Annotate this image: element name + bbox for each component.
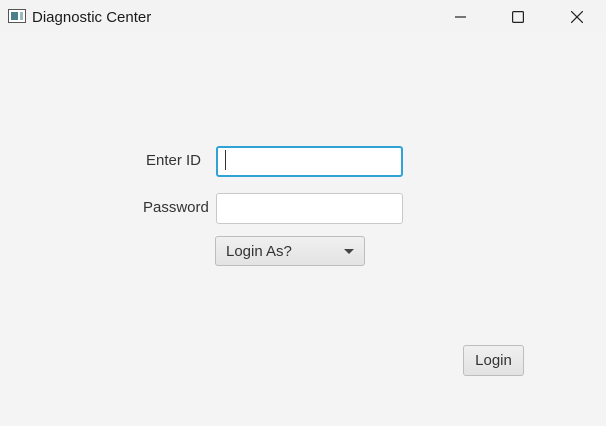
title-bar: Diagnostic Center	[0, 0, 606, 33]
login-form-area: Enter ID Password Login As? Login	[0, 33, 606, 426]
minimize-icon	[455, 15, 466, 18]
app-window-icon	[8, 9, 26, 23]
password-label: Password	[143, 199, 209, 216]
close-icon	[571, 10, 583, 23]
id-input[interactable]	[216, 146, 403, 177]
minimize-button[interactable]	[438, 0, 484, 33]
text-caret	[225, 150, 226, 170]
login-as-label: Login As?	[226, 242, 292, 260]
window-title: Diagnostic Center	[32, 9, 152, 26]
password-input[interactable]	[216, 193, 403, 224]
close-button[interactable]	[554, 0, 600, 33]
maximize-button[interactable]	[495, 0, 541, 33]
maximize-icon	[512, 10, 524, 23]
login-as-dropdown[interactable]: Login As?	[215, 236, 365, 266]
login-button[interactable]: Login	[463, 345, 524, 376]
id-label: Enter ID	[146, 152, 202, 169]
chevron-down-icon	[344, 249, 354, 254]
